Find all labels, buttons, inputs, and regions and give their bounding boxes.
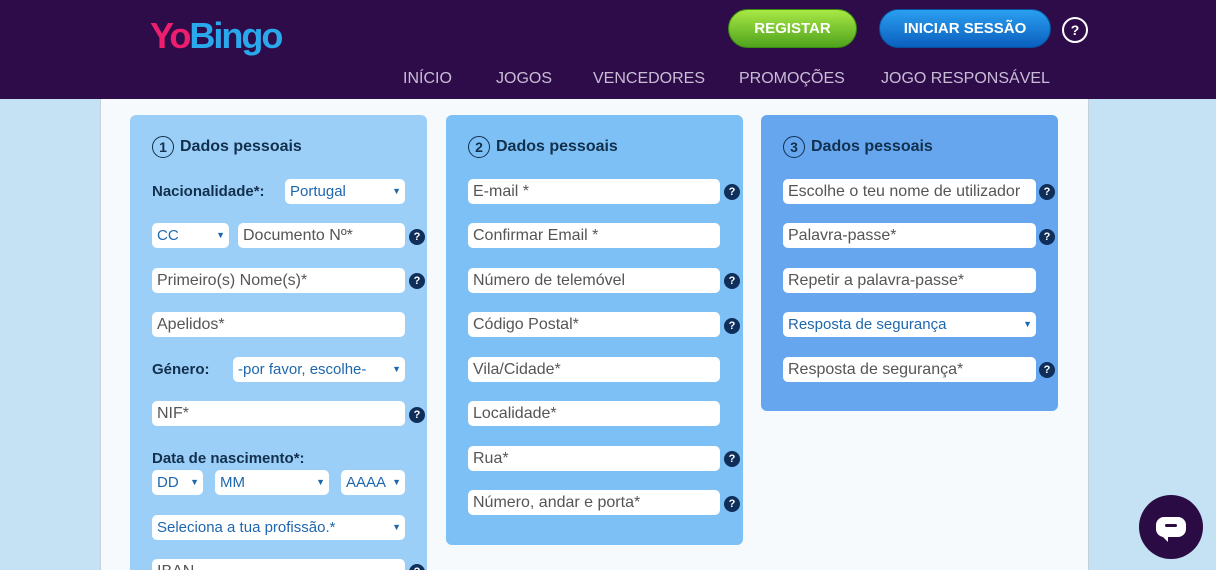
help-icon[interactable]: ? [409, 229, 425, 245]
help-icon[interactable]: ? [1039, 362, 1055, 378]
login-button[interactable]: INICIAR SESSÃO [879, 9, 1051, 48]
security-question-select[interactable]: Resposta de segurança ▼ [783, 312, 1036, 337]
panel3-title: 3 Dados pessoais [783, 136, 933, 158]
nationality-label: Nacionalidade*: [152, 183, 265, 200]
help-icon[interactable]: ? [724, 451, 740, 467]
locality-input[interactable]: Localidade* [468, 401, 720, 426]
confirm-email-input[interactable]: Confirmar Email * [468, 223, 720, 248]
first-name-input[interactable]: Primeiro(s) Nome(s)* [152, 268, 405, 293]
yobingo-logo[interactable]: YoBingo [150, 15, 283, 56]
panel1-title: 1 Dados pessoais [152, 136, 302, 158]
register-button[interactable]: REGISTAR [728, 9, 857, 48]
gender-label: Género: [152, 361, 210, 378]
nif-input[interactable]: NIF* [152, 401, 405, 426]
chevron-down-icon: ▼ [316, 477, 325, 487]
help-icon[interactable]: ? [724, 318, 740, 334]
help-icon[interactable]: ? [724, 496, 740, 512]
gender-value: -por favor, escolhe- [238, 361, 367, 378]
email-input[interactable]: E-mail * [468, 179, 720, 204]
nav-item-promocoes[interactable]: PROMOÇÕES [739, 70, 845, 88]
help-icon[interactable]: ? [1039, 184, 1055, 200]
chevron-down-icon: ▼ [392, 477, 401, 487]
chevron-down-icon: ▼ [392, 186, 401, 196]
birth-year-value: AAAA [346, 474, 387, 491]
birth-year-select[interactable]: AAAA ▼ [341, 470, 405, 495]
help-icon[interactable]: ? [1039, 229, 1055, 245]
birth-date-label: Data de nascimento*: [152, 450, 305, 467]
panel1-title-text: Dados pessoais [180, 138, 302, 155]
help-icon[interactable]: ? [724, 184, 740, 200]
document-type-value: CC [157, 227, 179, 244]
nav-item-vencedores[interactable]: VENCEDORES [593, 70, 705, 88]
logo-part-bingo: Bingo [189, 15, 283, 56]
street-input[interactable]: Rua* [468, 446, 720, 471]
help-icon[interactable]: ? [409, 407, 425, 423]
security-question-value: Resposta de segurança [788, 316, 947, 333]
birth-day-select[interactable]: DD ▼ [152, 470, 203, 495]
chevron-down-icon: ▼ [392, 364, 401, 374]
birth-month-value: MM [220, 474, 245, 491]
panel2-title-text: Dados pessoais [496, 138, 618, 155]
postal-code-input[interactable]: Código Postal* [468, 312, 720, 337]
profession-select[interactable]: Seleciona a tua profissão.* ▼ [152, 515, 405, 540]
logo-part-yo: Yo [150, 15, 191, 56]
site-header: YoBingo REGISTAR INICIAR SESSÃO ? INÍCIO… [0, 0, 1216, 99]
gender-select[interactable]: -por favor, escolhe- ▼ [233, 357, 405, 382]
nav-item-jogos[interactable]: JOGOS [496, 70, 552, 88]
last-name-input[interactable]: Apelidos* [152, 312, 405, 337]
profession-value: Seleciona a tua profissão.* [157, 519, 336, 536]
chat-bubble-icon [1156, 517, 1186, 542]
step-number-2: 2 [468, 136, 490, 158]
username-input[interactable]: Escolhe o teu nome de utilizador [783, 179, 1036, 204]
chevron-down-icon: ▼ [392, 522, 401, 532]
help-icon[interactable]: ? [724, 273, 740, 289]
chat-button[interactable] [1139, 495, 1203, 559]
birth-month-select[interactable]: MM ▼ [215, 470, 329, 495]
phone-input[interactable]: Número de telemóvel [468, 268, 720, 293]
document-type-select[interactable]: CC ▼ [152, 223, 229, 248]
chevron-down-icon: ▼ [216, 230, 225, 240]
panel2-title: 2 Dados pessoais [468, 136, 618, 158]
nationality-value: Portugal [290, 183, 346, 200]
chevron-down-icon: ▼ [1023, 319, 1032, 329]
document-number-input[interactable]: Documento Nº* [238, 223, 405, 248]
step-number-3: 3 [783, 136, 805, 158]
address-number-input[interactable]: Número, andar e porta* [468, 490, 720, 515]
panel3-title-text: Dados pessoais [811, 138, 933, 155]
city-input[interactable]: Vila/Cidade* [468, 357, 720, 382]
help-icon[interactable]: ? [409, 273, 425, 289]
birth-day-value: DD [157, 474, 179, 491]
security-answer-input[interactable]: Resposta de segurança* [783, 357, 1036, 382]
iban-input[interactable]: IBAN [152, 559, 405, 570]
nav-item-inicio[interactable]: INÍCIO [403, 70, 452, 88]
nationality-select[interactable]: Portugal ▼ [285, 179, 405, 204]
repeat-password-input[interactable]: Repetir a palavra-passe* [783, 268, 1036, 293]
step-number-1: 1 [152, 136, 174, 158]
help-icon[interactable]: ? [1062, 17, 1088, 43]
password-input[interactable]: Palavra-passe* [783, 223, 1036, 248]
nav-item-jogo-responsavel[interactable]: JOGO RESPONSÁVEL [881, 70, 1050, 88]
chevron-down-icon: ▼ [190, 477, 199, 487]
